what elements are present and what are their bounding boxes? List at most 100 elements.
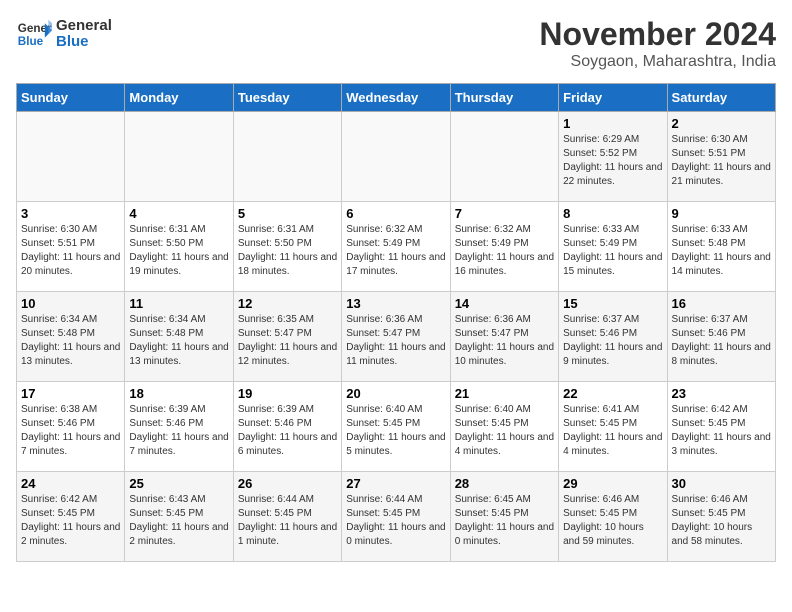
calendar-day-cell: 12 Sunrise: 6:35 AM Sunset: 5:47 PM Dayli… (233, 292, 341, 382)
day-of-week-header: Thursday (450, 84, 558, 112)
day-number: 5 (238, 206, 337, 221)
day-header-row: SundayMondayTuesdayWednesdayThursdayFrid… (17, 84, 776, 112)
day-number: 3 (21, 206, 120, 221)
month-title: November 2024 (539, 16, 776, 53)
day-number: 17 (21, 386, 120, 401)
day-info: Sunrise: 6:43 AM Sunset: 5:45 PM Dayligh… (129, 493, 228, 549)
title-block: November 2024 Soygaon, Maharashtra, Indi… (539, 16, 776, 71)
day-info: Sunrise: 6:42 AM Sunset: 5:45 PM Dayligh… (672, 403, 771, 459)
day-info: Sunrise: 6:36 AM Sunset: 5:47 PM Dayligh… (455, 313, 554, 369)
calendar-day-cell: 20 Sunrise: 6:40 AM Sunset: 5:45 PM Dayli… (342, 382, 450, 472)
day-info: Sunrise: 6:42 AM Sunset: 5:45 PM Dayligh… (21, 493, 120, 549)
day-number: 25 (129, 476, 228, 491)
day-number: 9 (672, 206, 771, 221)
day-number: 8 (563, 206, 662, 221)
calendar-day-cell: 15 Sunrise: 6:37 AM Sunset: 5:46 PM Dayli… (559, 292, 667, 382)
day-number: 16 (672, 296, 771, 311)
calendar-day-cell: 26 Sunrise: 6:44 AM Sunset: 5:45 PM Dayli… (233, 472, 341, 562)
calendar-day-cell: 22Sunrise: 6:41 AM Sunset: 5:45 PM Dayli… (559, 382, 667, 472)
calendar-day-cell: 5 Sunrise: 6:31 AM Sunset: 5:50 PM Daylig… (233, 202, 341, 292)
calendar-day-cell: 13Sunrise: 6:36 AM Sunset: 5:47 PM Dayli… (342, 292, 450, 382)
day-info: Sunrise: 6:29 AM Sunset: 5:52 PM Dayligh… (563, 133, 662, 189)
day-info: Sunrise: 6:45 AM Sunset: 5:45 PM Dayligh… (455, 493, 554, 549)
day-info: Sunrise: 6:31 AM Sunset: 5:50 PM Dayligh… (238, 223, 337, 279)
day-number: 22 (563, 386, 662, 401)
day-of-week-header: Monday (125, 84, 233, 112)
day-number: 15 (563, 296, 662, 311)
day-info: Sunrise: 6:37 AM Sunset: 5:46 PM Dayligh… (563, 313, 662, 369)
day-info: Sunrise: 6:46 AM Sunset: 5:45 PM Dayligh… (563, 493, 662, 549)
location-subtitle: Soygaon, Maharashtra, India (539, 53, 776, 71)
day-of-week-header: Saturday (667, 84, 775, 112)
calendar-day-cell: 2 Sunrise: 6:30 AM Sunset: 5:51 PM Daylig… (667, 112, 775, 202)
day-number: 20 (346, 386, 445, 401)
logo: General Blue General Blue (16, 16, 112, 52)
calendar-day-cell: 16 Sunrise: 6:37 AM Sunset: 5:46 PM Dayli… (667, 292, 775, 382)
calendar-body: 1 Sunrise: 6:29 AM Sunset: 5:52 PM Daylig… (17, 112, 776, 562)
calendar-header: SundayMondayTuesdayWednesdayThursdayFrid… (17, 84, 776, 112)
calendar-day-cell: 3 Sunrise: 6:30 AM Sunset: 5:51 PM Daylig… (17, 202, 125, 292)
calendar-day-cell: 17 Sunrise: 6:38 AM Sunset: 5:46 PM Dayli… (17, 382, 125, 472)
day-number: 19 (238, 386, 337, 401)
calendar-day-cell: 1 Sunrise: 6:29 AM Sunset: 5:52 PM Daylig… (559, 112, 667, 202)
day-number: 2 (672, 116, 771, 131)
day-number: 24 (21, 476, 120, 491)
calendar-day-cell (125, 112, 233, 202)
day-info: Sunrise: 6:44 AM Sunset: 5:45 PM Dayligh… (238, 493, 337, 549)
calendar-week-row: 1 Sunrise: 6:29 AM Sunset: 5:52 PM Daylig… (17, 112, 776, 202)
calendar-day-cell: 25 Sunrise: 6:43 AM Sunset: 5:45 PM Dayli… (125, 472, 233, 562)
day-info: Sunrise: 6:32 AM Sunset: 5:49 PM Dayligh… (455, 223, 554, 279)
calendar-day-cell: 4Sunrise: 6:31 AM Sunset: 5:50 PM Daylig… (125, 202, 233, 292)
calendar-day-cell: 18Sunrise: 6:39 AM Sunset: 5:46 PM Dayli… (125, 382, 233, 472)
calendar-day-cell: 8Sunrise: 6:33 AM Sunset: 5:49 PM Daylig… (559, 202, 667, 292)
logo-blue: Blue (56, 34, 112, 51)
calendar-week-row: 3 Sunrise: 6:30 AM Sunset: 5:51 PM Daylig… (17, 202, 776, 292)
svg-text:Blue: Blue (18, 35, 44, 48)
day-of-week-header: Friday (559, 84, 667, 112)
day-info: Sunrise: 6:34 AM Sunset: 5:48 PM Dayligh… (129, 313, 228, 369)
calendar-day-cell: 7Sunrise: 6:32 AM Sunset: 5:49 PM Daylig… (450, 202, 558, 292)
logo-icon: General Blue (16, 16, 52, 52)
calendar-week-row: 17 Sunrise: 6:38 AM Sunset: 5:46 PM Dayli… (17, 382, 776, 472)
logo-general: General (56, 18, 112, 35)
calendar-week-row: 10 Sunrise: 6:34 AM Sunset: 5:48 PM Dayli… (17, 292, 776, 382)
day-of-week-header: Sunday (17, 84, 125, 112)
calendar-day-cell: 10Sunrise: 6:34 AM Sunset: 5:48 PM Dayli… (17, 292, 125, 382)
day-info: Sunrise: 6:35 AM Sunset: 5:47 PM Dayligh… (238, 313, 337, 369)
day-number: 28 (455, 476, 554, 491)
day-number: 1 (563, 116, 662, 131)
calendar-day-cell (450, 112, 558, 202)
day-info: Sunrise: 6:40 AM Sunset: 5:45 PM Dayligh… (455, 403, 554, 459)
calendar-day-cell: 19 Sunrise: 6:39 AM Sunset: 5:46 PM Dayli… (233, 382, 341, 472)
calendar-day-cell: 30Sunrise: 6:46 AM Sunset: 5:45 PM Dayli… (667, 472, 775, 562)
day-number: 12 (238, 296, 337, 311)
day-info: Sunrise: 6:33 AM Sunset: 5:48 PM Dayligh… (672, 223, 771, 279)
day-number: 11 (129, 296, 228, 311)
calendar-table: SundayMondayTuesdayWednesdayThursdayFrid… (16, 83, 776, 562)
calendar-day-cell: 11 Sunrise: 6:34 AM Sunset: 5:48 PM Dayli… (125, 292, 233, 382)
day-number: 6 (346, 206, 445, 221)
day-number: 29 (563, 476, 662, 491)
day-info: Sunrise: 6:46 AM Sunset: 5:45 PM Dayligh… (672, 493, 771, 549)
calendar-day-cell (17, 112, 125, 202)
calendar-week-row: 24 Sunrise: 6:42 AM Sunset: 5:45 PM Dayli… (17, 472, 776, 562)
day-number: 26 (238, 476, 337, 491)
day-info: Sunrise: 6:30 AM Sunset: 5:51 PM Dayligh… (672, 133, 771, 189)
day-info: Sunrise: 6:40 AM Sunset: 5:45 PM Dayligh… (346, 403, 445, 459)
calendar-day-cell: 21Sunrise: 6:40 AM Sunset: 5:45 PM Dayli… (450, 382, 558, 472)
calendar-day-cell: 6Sunrise: 6:32 AM Sunset: 5:49 PM Daylig… (342, 202, 450, 292)
calendar-day-cell: 27 Sunrise: 6:44 AM Sunset: 5:45 PM Dayli… (342, 472, 450, 562)
day-number: 10 (21, 296, 120, 311)
calendar-day-cell: 14 Sunrise: 6:36 AM Sunset: 5:47 PM Dayli… (450, 292, 558, 382)
day-info: Sunrise: 6:30 AM Sunset: 5:51 PM Dayligh… (21, 223, 120, 279)
page-header: General Blue General Blue November 2024 … (16, 16, 776, 71)
calendar-day-cell: 28 Sunrise: 6:45 AM Sunset: 5:45 PM Dayli… (450, 472, 558, 562)
calendar-day-cell: 24 Sunrise: 6:42 AM Sunset: 5:45 PM Dayli… (17, 472, 125, 562)
day-number: 14 (455, 296, 554, 311)
day-info: Sunrise: 6:38 AM Sunset: 5:46 PM Dayligh… (21, 403, 120, 459)
day-info: Sunrise: 6:37 AM Sunset: 5:46 PM Dayligh… (672, 313, 771, 369)
day-info: Sunrise: 6:39 AM Sunset: 5:46 PM Dayligh… (238, 403, 337, 459)
day-of-week-header: Tuesday (233, 84, 341, 112)
day-info: Sunrise: 6:44 AM Sunset: 5:45 PM Dayligh… (346, 493, 445, 549)
day-number: 27 (346, 476, 445, 491)
